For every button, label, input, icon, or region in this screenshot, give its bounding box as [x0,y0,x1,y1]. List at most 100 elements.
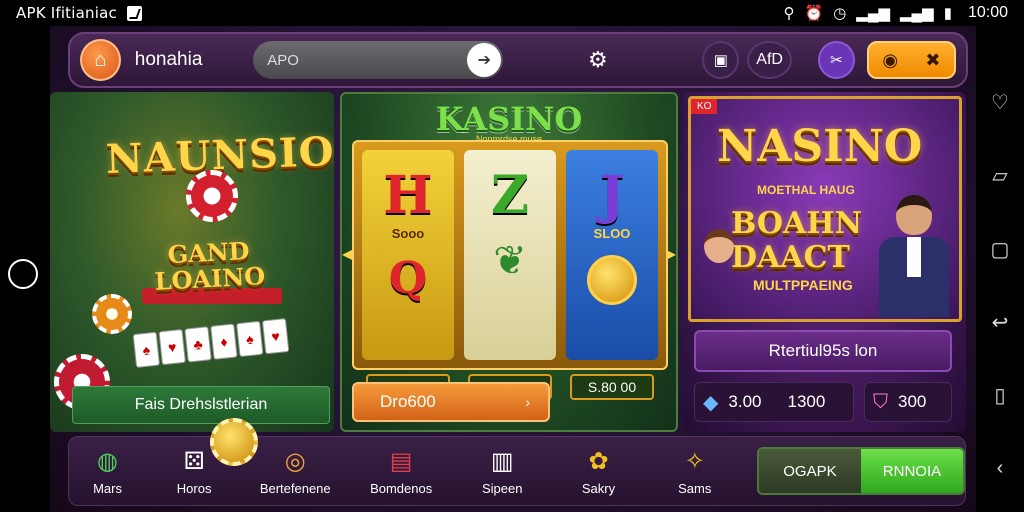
back-icon[interactable]: ↩ [992,310,1009,335]
status-bar: APK Ifitianiac ⚲ ⏰ ◷ ▂▄▆ ▂▄▆ ▮ 10:00 [0,0,1024,26]
toggle-option-left[interactable]: OGAPK [758,449,861,493]
slot-title: KASINO [435,100,583,138]
signal-icon: ▂▄▆ [856,5,890,22]
clock-icon: ◷ [833,5,847,22]
ticket-icon: ▤ [389,447,413,475]
nav-label: Sipeen [481,480,523,496]
book-icon: ▥ [490,447,514,475]
search-input[interactable]: APO ➔ [253,41,504,79]
settings-button[interactable]: ⚙ [583,45,612,75]
nav-item-sams[interactable]: ✧ Sams [647,437,743,505]
gold-coin-icon [210,418,258,466]
gem-value: 3.00 [728,392,762,411]
reel-symbol: Z [491,165,529,226]
status-icons: ⚲ ⏰ ◷ ▂▄▆ ▂▄▆ ▮ 10:00 [784,4,1009,22]
recent-apps-icon[interactable]: ▯ [994,383,1005,408]
reel-2: Z ❦ S300 PO [464,150,556,400]
reel-symbol: H [383,165,433,226]
slot-play-label: Dro600 [380,392,436,411]
mode-toggle[interactable]: OGAPK RNNOIA [756,447,965,495]
game-frame: ⌂ honahia APO ➔ ⚙ ▣ AfD ✂ ◉ ✖ NAUNSIO GA… [50,26,976,512]
signal-icon: ▂▄▆ [899,5,934,22]
left-nav-bar [0,26,50,512]
promo-right-headline-line1: BOAHN [731,206,863,241]
nav-item-bertefenene[interactable]: ◎ Bertefenene [242,437,348,505]
status-time: 10:00 [967,4,1008,21]
bottom-nav-bar: ◍ Mars ⚄ Horos ◎ Bertefenene ▤ Bomdenos … [68,436,966,506]
toggle-option-right[interactable]: RNNOIA [860,449,963,493]
dice-icon: ⚄ [183,447,205,475]
slot-reels: H Sooo Q P.20899 Z ❦ S300 PO J SLOO S.80… [352,140,668,400]
nav-item-bomdenos[interactable]: ▤ Bomdenos [348,437,454,505]
promo-right-headline: BOAHN DAACT [731,207,862,275]
reel-label: Sooo [391,226,425,241]
right-nav-bar: ♡ ▱ ▢ ↩ ▯ ‹ [976,26,1024,512]
bag-icon: ▣ [713,52,728,69]
app-notification-icon [126,5,142,21]
nav-label: Bertefenene [259,480,331,496]
wand-icon: ✧ [684,447,705,475]
top-bar: ⌂ honahia APO ➔ ⚙ ▣ AfD ✂ ◉ ✖ [68,32,968,88]
square-icon[interactable]: ▢ [991,237,1010,262]
gift-balance[interactable]: ⛉ 300 [864,382,952,422]
nav-label: Bomdenos [370,480,433,496]
promo-left-subtitle-line2: LOAINO [153,261,266,296]
coin-shop-button[interactable]: ◉ ✖ [866,41,956,79]
afd-button[interactable]: AfD [747,41,792,79]
coin-icon: ◉ [882,49,899,70]
promo-right-button[interactable]: Rtertiul95s lon [694,330,952,372]
arrow-right-icon: ➔ [477,52,492,69]
nav-label: Sams [678,480,712,496]
character-man-icon [879,195,949,319]
promo-right-tagline: MULTPPAEING [753,277,853,293]
character-girl-icon [697,229,741,319]
chip-icon: ◎ [284,447,306,475]
chevron-right-icon: › [525,394,530,410]
promo-tag: KO [691,99,718,114]
user-name: honahia [134,49,203,70]
puzzle-icon: ✿ [588,447,609,475]
bag-button[interactable]: ▣ [702,41,740,79]
promo-right-subtitle: MOETHAL HAUG [757,183,855,197]
search-go-button[interactable]: ➔ [467,43,502,77]
heart-icon[interactable]: ♡ [991,90,1009,115]
edit-icon[interactable]: ▱ [992,163,1007,188]
alarm-icon: ⏰ [804,5,824,22]
playing-cards-icon: ♠ ♥ ♣ ♦ ♠ ♥ [132,318,290,368]
promo-right-banner[interactable]: KO NASINO MOETHAL HAUG BOAHN DAACT MULTP… [688,96,962,322]
chevron-left-icon[interactable]: ‹ [997,457,1004,480]
gift-value: 300 [898,392,927,411]
tools-icon: ✖ [925,49,941,70]
gear-icon: ⚙ [588,47,608,72]
slot-machine-card[interactable]: KASINO Nonmrdse muse ◀ ▶ H Sooo Q P.2089… [340,92,678,432]
home-icon: ⌂ [94,48,107,71]
nav-label: Mars [93,480,122,496]
reel-symbol: J [599,165,625,226]
promo-card-left[interactable]: NAUNSIO GAND LOAINO ♠ ♥ ♣ ♦ ♠ ♥ Fais Drehslst… [50,92,334,432]
promo-right-headline-line2: DAACT [731,240,850,275]
gem-balance[interactable]: ◆ 3.00 1300 [694,382,854,422]
nav-item-sakry[interactable]: ✿ Sakry [550,437,646,505]
reel-1: H Sooo Q P.20899 [362,150,454,400]
nav-label: Horos [176,480,212,496]
nav-label: Sakry [581,480,616,496]
leaf-icon: ❦ [493,239,527,283]
reel-label: SLOO [593,226,631,241]
gem-value-2: 1300 [787,392,826,411]
nav-item-mars[interactable]: ◍ Mars [69,437,146,505]
share-button[interactable]: ✂ [817,41,855,79]
reel-bet: S.80 00 [570,374,654,400]
promo-card-right[interactable]: KO NASINO MOETHAL HAUG BOAHN DAACT MULTP… [684,92,966,432]
reel-symbol-q-icon: Q [388,253,428,304]
home-button[interactable]: ⌂ [80,39,121,81]
battery-icon: ▮ [943,5,952,22]
promo-left-button[interactable]: Fais Drehslstlerian [72,386,330,424]
promo-right-title: NASINO [717,121,923,172]
share-icon: ✂ [830,52,843,69]
slot-play-button[interactable]: Dro600 › [352,382,550,422]
search-placeholder: APO [267,51,299,69]
poker-chip-icon [186,170,238,222]
afd-label: AfD [756,51,783,68]
nav-item-sipeen[interactable]: ▥ Sipeen [454,437,550,505]
home-circle-icon[interactable] [8,259,38,289]
